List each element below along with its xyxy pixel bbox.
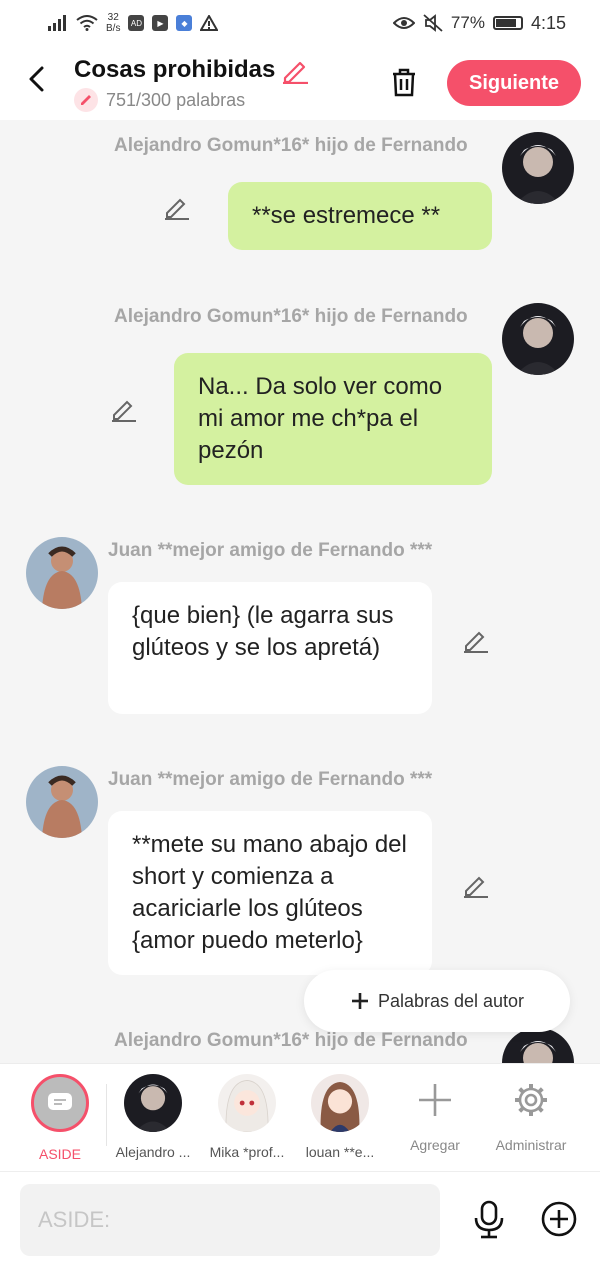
avatar[interactable] <box>502 303 574 375</box>
wifi-icon <box>76 15 98 31</box>
plus-icon <box>351 993 368 1009</box>
edit-icon[interactable] <box>462 871 490 899</box>
back-arrow-icon[interactable] <box>22 64 52 94</box>
battery-percent: 77% <box>450 13 485 32</box>
character-bar: ASIDE Alejandro ... Mika *prof... louan … <box>0 1063 600 1171</box>
character-label: Alejandro ... <box>115 1144 191 1160</box>
character-alejandro[interactable]: Alejandro ... <box>108 1074 198 1160</box>
add-circle-icon[interactable] <box>540 1200 578 1238</box>
story-title: Cosas prohibidas <box>74 56 276 83</box>
gear-icon <box>515 1084 547 1116</box>
avatar[interactable] <box>502 1028 574 1063</box>
word-count: 751/300 palabras <box>74 88 309 112</box>
edit-icon[interactable] <box>163 193 191 221</box>
page-title[interactable]: Cosas prohibidas <box>74 56 309 84</box>
character-louan[interactable]: louan **e... <box>295 1074 385 1160</box>
ad-icon: AD <box>128 15 145 31</box>
manage-label: Administrar <box>495 1137 567 1153</box>
character-label: louan **e... <box>305 1144 375 1160</box>
message-input[interactable] <box>20 1184 440 1256</box>
status-left: 32 B/s AD ▶ ◆ <box>48 12 219 34</box>
network-speed: 32 B/s <box>106 12 120 34</box>
signal-icon <box>48 15 66 31</box>
message-author: Alejandro Gomun*16* hijo de Fernando <box>114 1030 468 1051</box>
manage-button[interactable]: Administrar <box>486 1074 576 1153</box>
trash-icon[interactable] <box>388 66 420 98</box>
pencil-icon[interactable] <box>281 56 309 84</box>
shield-icon: ◆ <box>176 15 193 31</box>
mute-icon <box>423 14 443 32</box>
message-bubble[interactable]: **mete su mano abajo del short y comienz… <box>108 811 432 975</box>
status-bar: 32 B/s AD ▶ ◆ 77% 4:15 <box>0 0 600 46</box>
add-label: Agregar <box>410 1137 460 1153</box>
word-count-text: 751/300 palabras <box>106 89 246 110</box>
add-character-button[interactable]: Agregar <box>390 1074 480 1153</box>
message-bubble[interactable]: Na... Da solo ver como mi amor me ch*pa … <box>174 353 492 485</box>
avatar <box>218 1074 276 1132</box>
edit-icon[interactable] <box>110 395 138 423</box>
input-bar <box>0 1171 600 1267</box>
avatar <box>311 1074 369 1132</box>
speed-unit: B/s <box>106 23 121 34</box>
avatar[interactable] <box>26 766 98 838</box>
author-words-label: Palabras del autor <box>377 990 525 1011</box>
top-bar: Cosas prohibidas 751/300 palabras Siguie… <box>0 46 600 120</box>
character-aside[interactable]: ASIDE <box>15 1074 105 1162</box>
divider <box>106 1084 107 1146</box>
pen-badge-icon <box>74 88 98 112</box>
message-author: Alejandro Gomun*16* hijo de Fernando <box>114 306 468 327</box>
microphone-icon[interactable] <box>470 1200 508 1240</box>
character-label: Mika *prof... <box>209 1144 285 1160</box>
message-bubble[interactable]: **se estremece ** <box>228 182 492 250</box>
title-block: Cosas prohibidas 751/300 palabras <box>74 56 309 112</box>
aside-icon <box>31 1074 89 1132</box>
message-author: Alejandro Gomun*16* hijo de Fernando <box>114 135 468 156</box>
clock: 4:15 <box>530 12 566 33</box>
character-label: ASIDE <box>38 1146 81 1162</box>
edit-icon[interactable] <box>462 626 490 654</box>
play-icon: ▶ <box>152 15 169 31</box>
message-author: Juan **mejor amigo de Fernando *** <box>108 540 433 561</box>
avatar[interactable] <box>26 537 98 609</box>
message-author: Juan **mejor amigo de Fernando *** <box>108 769 433 790</box>
speed-value: 32 <box>107 12 119 23</box>
status-right: 77% 4:15 <box>392 12 566 34</box>
warning-icon <box>200 15 219 31</box>
avatar[interactable] <box>502 132 574 204</box>
battery-icon <box>492 16 523 30</box>
message-bubble[interactable]: {que bien} (le agarra sus glúteos y se l… <box>108 582 432 714</box>
plus-icon <box>419 1084 451 1116</box>
avatar <box>124 1074 182 1132</box>
eye-icon <box>392 17 415 29</box>
character-mika[interactable]: Mika *prof... <box>202 1074 292 1160</box>
author-words-button[interactable]: Palabras del autor <box>304 970 570 1032</box>
next-button[interactable]: Siguiente <box>447 60 581 106</box>
